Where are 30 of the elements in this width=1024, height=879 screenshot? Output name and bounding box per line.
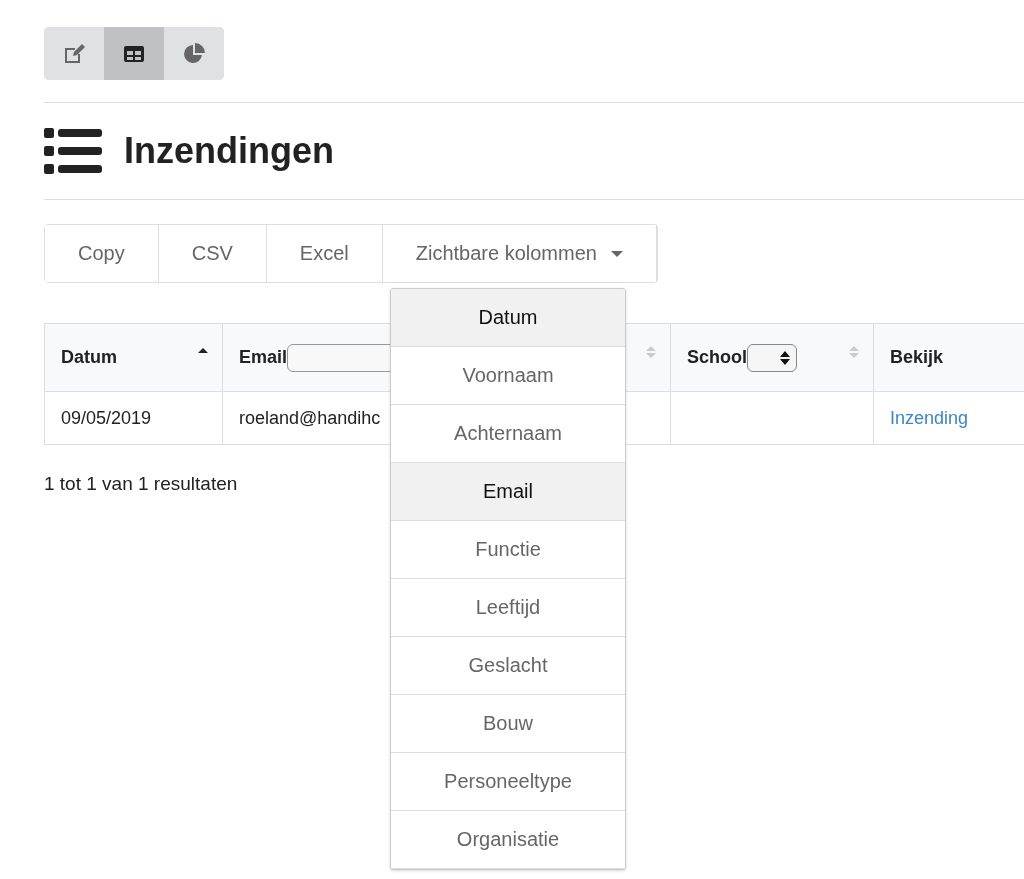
column-menu-item[interactable]: Leeftijd [391,579,625,637]
column-header[interactable]: Bekijk [873,323,1024,392]
page-title: Inzendingen [124,130,334,172]
column-menu-item[interactable]: Voornaam [391,347,625,405]
column-menu-item[interactable]: Functie [391,521,625,579]
column-menu-item[interactable]: Datum [391,289,625,347]
column-label: School [687,347,747,368]
export-button[interactable]: Copy [45,225,159,282]
sort-ascending-icon[interactable] [198,348,208,353]
column-menu-item[interactable]: Organisatie [391,811,625,869]
column-header[interactable]: Datum [44,323,223,392]
edit-icon [62,41,86,66]
caret-icon [610,250,623,257]
column-label: Datum [61,347,117,368]
result-count: 1 tot 1 van 1 resultaten [44,473,238,495]
list-icon [44,128,102,174]
table-cell: 09/05/2019 [61,407,152,428]
view-toggle-button[interactable] [104,27,164,80]
column-menu-item[interactable]: Bouw [391,695,625,753]
column-menu-item[interactable]: Email [391,463,625,521]
column-label: Bekijk [890,347,944,368]
column-menu-item[interactable]: Geslacht [391,637,625,695]
pie-chart-icon [182,41,206,66]
table-cell: roeland@handihc [239,407,381,428]
column-menu-item[interactable]: Personeeltype [391,753,625,811]
column-menu-item[interactable]: Achternaam [391,405,625,463]
up-down-arrows-icon [780,350,790,365]
column-header[interactable]: School [670,323,874,392]
column-label: Email [239,347,288,368]
filter-select[interactable] [747,343,797,372]
